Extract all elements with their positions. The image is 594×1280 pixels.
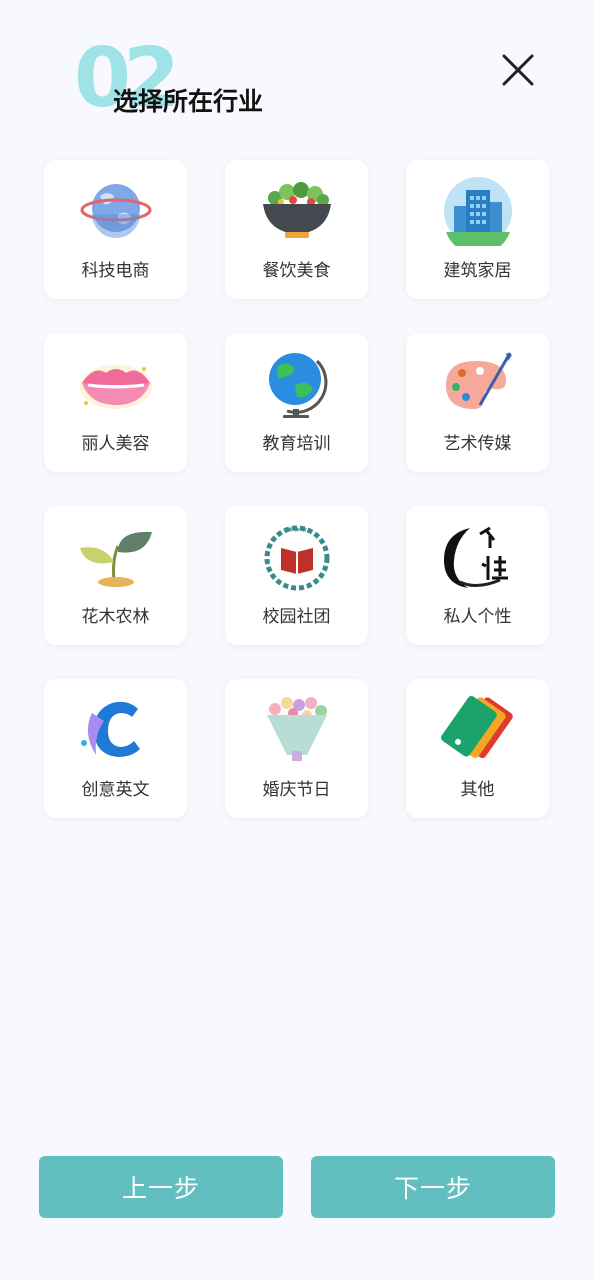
industry-label: 科技电商 — [81, 261, 150, 281]
salad-bowl-icon — [259, 176, 335, 246]
industry-label: 建筑家居 — [443, 261, 512, 281]
lips-icon — [78, 349, 154, 419]
industry-grid: 科技电商 餐饮美食 建筑家居 丽人美容 教育培训 艺术传媒 花木农林 ★★★ 校… — [44, 160, 549, 818]
globe-icon — [259, 349, 335, 419]
letter-c-icon — [78, 695, 154, 765]
planet-icon — [78, 176, 154, 246]
close-icon — [502, 54, 534, 86]
bouquet-icon — [259, 695, 335, 765]
industry-label: 校园社团 — [262, 607, 331, 627]
industry-card-creative-english[interactable]: 创意英文 — [44, 679, 187, 818]
sprout-icon — [78, 522, 154, 592]
industry-label: 艺术传媒 — [443, 434, 512, 454]
page-title: 选择所在行业 — [113, 87, 264, 116]
svg-text:★★★: ★★★ — [286, 525, 308, 534]
industry-card-food[interactable]: 餐饮美食 — [225, 160, 368, 299]
industry-card-personal[interactable]: 私人个性 — [406, 506, 549, 645]
industry-label: 创意英文 — [81, 780, 150, 800]
industry-label: 花木农林 — [81, 607, 150, 627]
book-wreath-icon: ★★★ — [259, 522, 335, 592]
next-step-button[interactable]: 下一步 — [311, 1156, 555, 1218]
previous-step-button[interactable]: 上一步 — [39, 1156, 283, 1218]
industry-label: 婚庆节日 — [262, 780, 331, 800]
tags-icon — [440, 695, 516, 765]
industry-card-art-media[interactable]: 艺术传媒 — [406, 333, 549, 472]
industry-card-architecture[interactable]: 建筑家居 — [406, 160, 549, 299]
industry-card-beauty[interactable]: 丽人美容 — [44, 333, 187, 472]
close-button[interactable] — [498, 50, 538, 90]
industry-label: 私人个性 — [443, 607, 512, 627]
industry-card-campus[interactable]: ★★★ 校园社团 — [225, 506, 368, 645]
industry-label: 餐饮美食 — [262, 261, 331, 281]
industry-label: 教育培训 — [262, 434, 331, 454]
ink-calligraphy-icon — [440, 522, 516, 592]
industry-card-other[interactable]: 其他 — [406, 679, 549, 818]
industry-card-wedding-festival[interactable]: 婚庆节日 — [225, 679, 368, 818]
industry-card-horticulture[interactable]: 花木农林 — [44, 506, 187, 645]
industry-card-education[interactable]: 教育培训 — [225, 333, 368, 472]
industry-label: 丽人美容 — [81, 434, 150, 454]
industry-card-tech-ecommerce[interactable]: 科技电商 — [44, 160, 187, 299]
building-icon — [440, 176, 516, 246]
palette-icon — [440, 349, 516, 419]
industry-label: 其他 — [460, 780, 495, 800]
